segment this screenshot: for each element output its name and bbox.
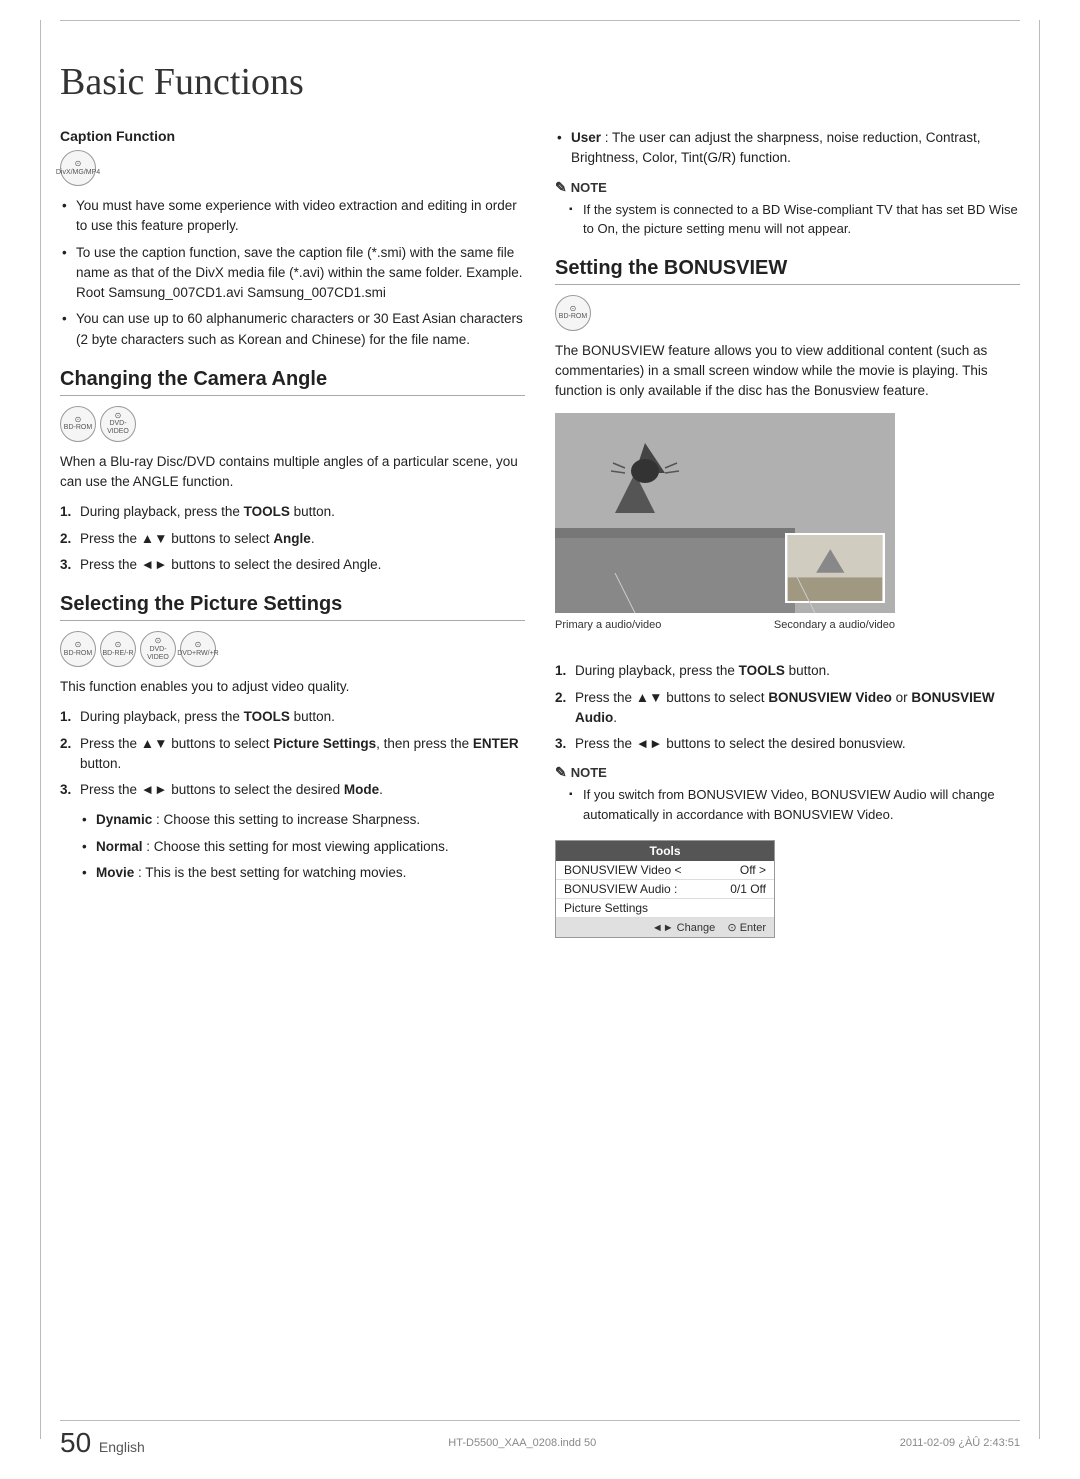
picture-settings-note: NOTE If the system is connected to a BD … xyxy=(555,179,1020,239)
movie-bullet: Movie : This is the best setting for wat… xyxy=(80,863,525,883)
note-items-ps: If the system is connected to a BD Wise-… xyxy=(555,200,1020,239)
caption-bullet-1: You must have some experience with video… xyxy=(60,196,525,237)
tools-keyword-1: TOOLS xyxy=(244,504,290,519)
user-bullet: User : The user can adjust the sharpness… xyxy=(555,128,1020,169)
page-footer: 50 English HT-D5500_XAA_0208.indd 50 201… xyxy=(60,1420,1020,1459)
ps-step-2: 2. Press the ▲▼ buttons to select Pictur… xyxy=(60,734,525,775)
top-border-line xyxy=(60,20,1020,21)
picture-settings-title: Selecting the Picture Settings xyxy=(60,593,525,621)
dynamic-bullet: Dynamic : Choose this setting to increas… xyxy=(80,810,525,830)
bdre-badge-ps: ⊙ BD-RE/-R xyxy=(100,631,136,667)
picture-settings-intro: This function enables you to adjust vide… xyxy=(60,677,525,697)
bonusview-image xyxy=(555,413,895,613)
tools-row-1-label: BONUSVIEW Video < xyxy=(564,863,682,877)
mode-keyword: Mode xyxy=(344,782,379,797)
tools-keyword-ps1: TOOLS xyxy=(244,709,290,724)
dvdvideo-badge-camera: ⊙ DVD-VIDEO xyxy=(100,406,136,442)
divx-badge-label: ⊙ xyxy=(75,159,82,168)
tools-row-2-label: BONUSVIEW Audio : xyxy=(564,882,677,896)
caption-badge-row: ⊙ DivX/MG/MP4 xyxy=(60,150,525,186)
picture-settings-section: Selecting the Picture Settings ⊙ BD-ROM … xyxy=(60,593,525,883)
picture-settings-keyword: Picture Settings xyxy=(273,736,376,751)
two-column-layout: Caption Function ⊙ DivX/MG/MP4 You must … xyxy=(60,124,1020,938)
user-bullets: User : The user can adjust the sharpness… xyxy=(555,128,1020,169)
bonusview-labels-row: Primary a audio/video Secondary a audio/… xyxy=(555,619,895,631)
camera-angle-steps: 1. During playback, press the TOOLS butt… xyxy=(60,502,525,575)
tools-row-3-label: Picture Settings xyxy=(564,901,648,915)
bv-step-1: 1. During playback, press the TOOLS butt… xyxy=(555,661,1020,681)
enter-keyword-ps: ENTER xyxy=(473,736,519,751)
tools-row-1: BONUSVIEW Video < Off > xyxy=(556,861,774,880)
bonusview-title: Setting the BONUSVIEW xyxy=(555,257,1020,285)
page-number: 50 xyxy=(60,1427,91,1458)
note-items-bv: If you switch from BONUSVIEW Video, BONU… xyxy=(555,785,1020,824)
bdrom-badge-ps: ⊙ BD-ROM xyxy=(60,631,96,667)
caption-bullet-2: To use the caption function, save the ca… xyxy=(60,243,525,304)
caption-function-title: Caption Function xyxy=(60,128,525,144)
caption-function-section: Caption Function ⊙ DivX/MG/MP4 You must … xyxy=(60,128,525,350)
bonusview-video-keyword: BONUSVIEW Video xyxy=(768,690,892,705)
note-title-bv: NOTE xyxy=(555,764,1020,781)
angle-keyword: Angle xyxy=(273,531,311,546)
user-bullet-section: User : The user can adjust the sharpness… xyxy=(555,128,1020,169)
bonusview-section: Setting the BONUSVIEW ⊙ BD-ROM The BONUS… xyxy=(555,257,1020,939)
right-margin-line xyxy=(1039,20,1040,1439)
bv-step-3: 3. Press the ◄► buttons to select the de… xyxy=(555,734,1020,754)
camera-angle-section: Changing the Camera Angle ⊙ BD-ROM ⊙ DVD… xyxy=(60,368,525,575)
tools-table-header: Tools xyxy=(556,841,774,861)
footer-filename: HT-D5500_XAA_0208.indd 50 xyxy=(448,1437,596,1449)
note-title-ps: NOTE xyxy=(555,179,1020,196)
divx-badge: ⊙ DivX/MG/MP4 xyxy=(60,150,96,186)
bonusview-note: NOTE If you switch from BONUSVIEW Video,… xyxy=(555,764,1020,824)
camera-angle-title: Changing the Camera Angle xyxy=(60,368,525,396)
page-title: Basic Functions xyxy=(60,60,1020,104)
bv-step-2: 2. Press the ▲▼ buttons to select BONUSV… xyxy=(555,688,1020,729)
caption-bullets: You must have some experience with video… xyxy=(60,196,525,350)
camera-angle-step-2: 2. Press the ▲▼ buttons to select Angle. xyxy=(60,529,525,549)
primary-label: Primary a audio/video xyxy=(555,619,661,631)
bonusview-badges: ⊙ BD-ROM xyxy=(555,295,1020,331)
note-item-ps-1: If the system is connected to a BD Wise-… xyxy=(569,200,1020,239)
camera-angle-step-1: 1. During playback, press the TOOLS butt… xyxy=(60,502,525,522)
camera-angle-badges: ⊙ BD-ROM ⊙ DVD-VIDEO xyxy=(60,406,525,442)
tools-keyword-bv1: TOOLS xyxy=(739,663,785,678)
note-item-bv-1: If you switch from BONUSVIEW Video, BONU… xyxy=(569,785,1020,824)
bdrom-badge-bv: ⊙ BD-ROM xyxy=(555,295,591,331)
left-column: Caption Function ⊙ DivX/MG/MP4 You must … xyxy=(60,124,525,938)
ps-step-3: 3. Press the ◄► buttons to select the de… xyxy=(60,780,525,800)
bonusview-image-container: Primary a audio/video Secondary a audio/… xyxy=(555,413,1020,631)
connector-lines-svg xyxy=(555,573,895,613)
tools-row-2: BONUSVIEW Audio : 0/1 Off xyxy=(556,880,774,899)
tools-table-footer: ◄► Change ⊙ Enter xyxy=(556,918,774,937)
picture-settings-badges: ⊙ BD-ROM ⊙ BD-RE/-R ⊙ DVD-VIDEO ⊙ DVD+RW… xyxy=(60,631,525,667)
dvdrw-badge-ps: ⊙ DVD+RW/+R xyxy=(180,631,216,667)
tools-table: Tools BONUSVIEW Video < Off > BONUSVIEW … xyxy=(555,840,775,938)
footer-date: 2011-02-09 ¿ÀÛ 2:43:51 xyxy=(900,1437,1020,1449)
tools-row-1-value: Off > xyxy=(740,863,766,877)
tools-row-3: Picture Settings xyxy=(556,899,774,918)
camera-angle-intro: When a Blu-ray Disc/DVD contains multipl… xyxy=(60,452,525,493)
bonusview-intro: The BONUSVIEW feature allows you to view… xyxy=(555,341,1020,402)
right-column: User : The user can adjust the sharpness… xyxy=(555,124,1020,938)
bdrom-badge-camera: ⊙ BD-ROM xyxy=(60,406,96,442)
secondary-label: Secondary a audio/video xyxy=(774,619,895,631)
bonusview-steps: 1. During playback, press the TOOLS butt… xyxy=(555,661,1020,754)
dvdvideo-badge-ps: ⊙ DVD-VIDEO xyxy=(140,631,176,667)
picture-settings-steps: 1. During playback, press the TOOLS butt… xyxy=(60,707,525,800)
page-number-container: 50 English xyxy=(60,1427,145,1459)
divx-badge-sublabel: DivX/MG/MP4 xyxy=(56,169,100,177)
left-margin-line xyxy=(40,20,41,1439)
camera-angle-step-3: 3. Press the ◄► buttons to select the de… xyxy=(60,555,525,575)
page: Basic Functions Caption Function ⊙ DivX/… xyxy=(0,0,1080,1479)
tools-row-2-value: 0/1 Off xyxy=(730,882,766,896)
caption-bullet-3: You can use up to 60 alphanumeric charac… xyxy=(60,309,525,350)
ps-step-1: 1. During playback, press the TOOLS butt… xyxy=(60,707,525,727)
page-language: English xyxy=(99,1439,145,1455)
normal-bullet: Normal : Choose this setting for most vi… xyxy=(80,837,525,857)
picture-mode-bullets: Dynamic : Choose this setting to increas… xyxy=(60,810,525,883)
